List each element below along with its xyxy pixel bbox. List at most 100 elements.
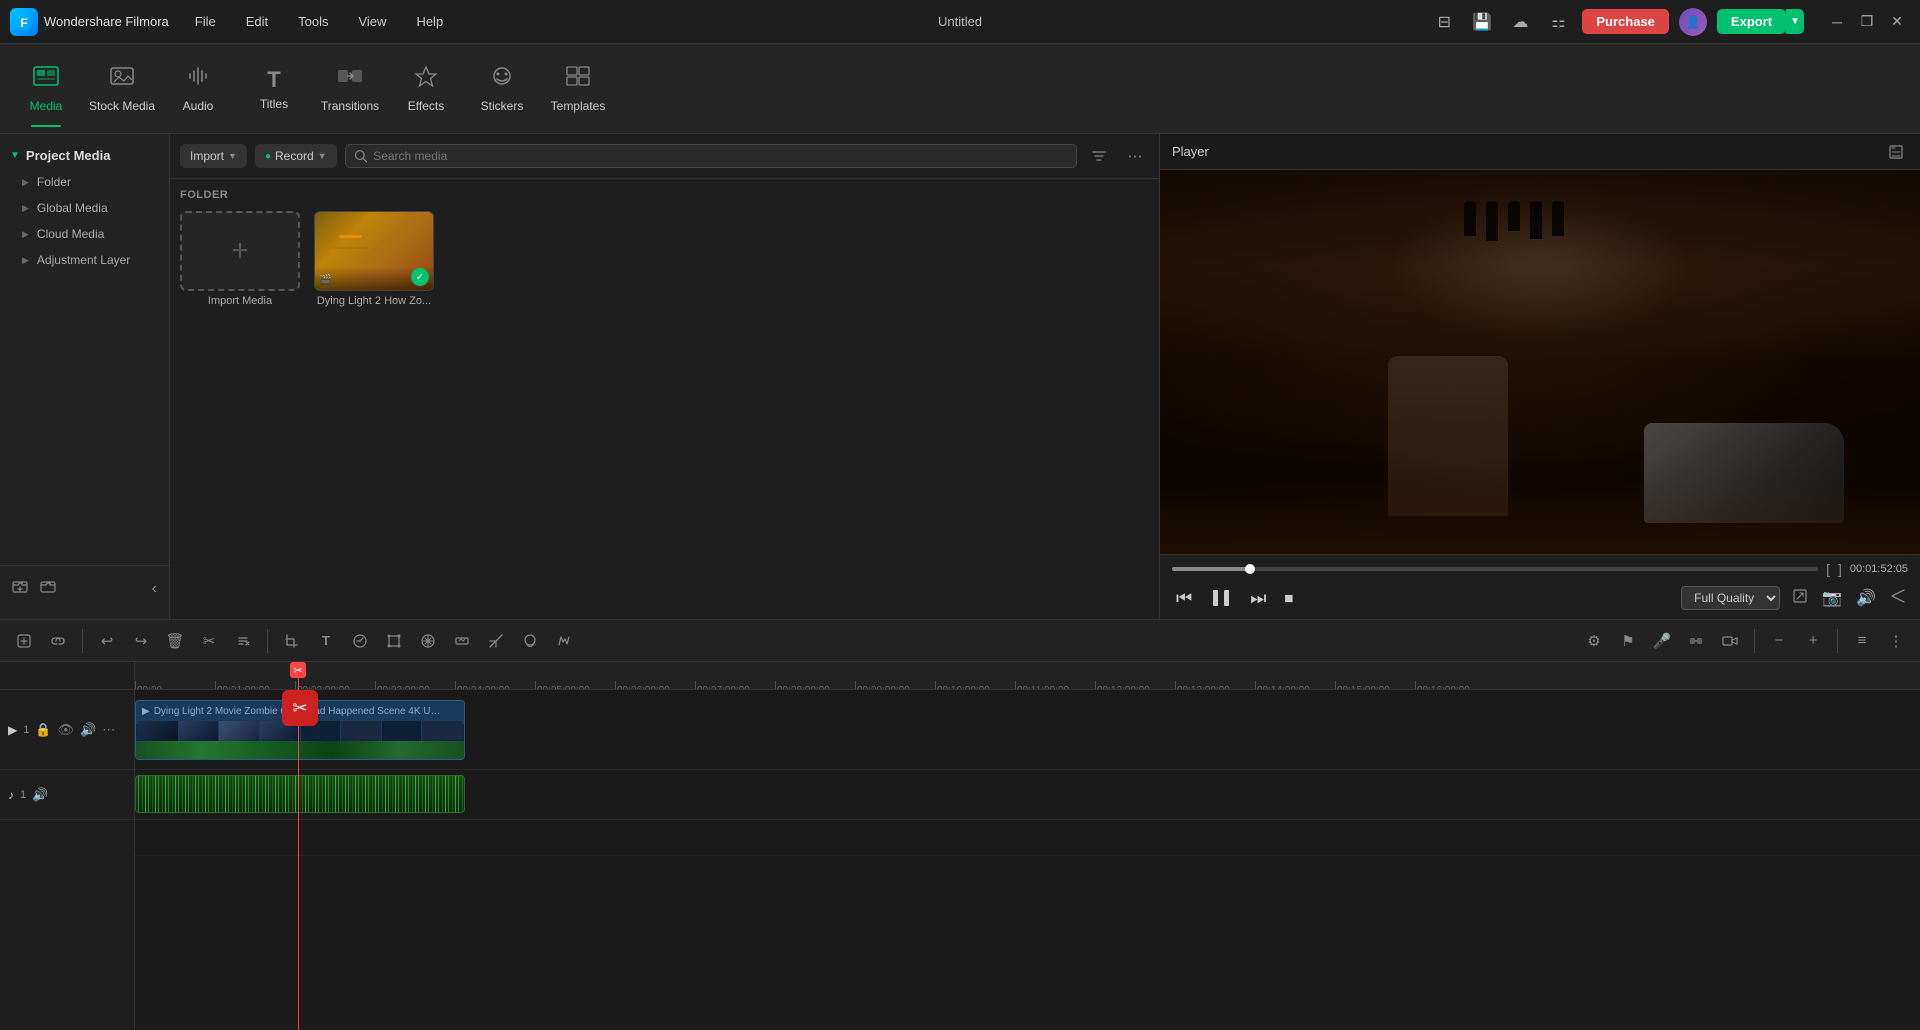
grid-icon[interactable]: ⚏ [1544, 8, 1572, 36]
zoom-out-button[interactable]: − [1765, 627, 1793, 655]
user-avatar[interactable]: 👤 [1679, 8, 1707, 36]
play-pause-button[interactable] [1206, 583, 1236, 613]
cut-scene-button[interactable] [482, 627, 510, 655]
volume-button[interactable]: 🔊 [1854, 586, 1878, 610]
player-scene [1160, 170, 1920, 554]
sidebar-project-media[interactable]: ▼ Project Media [0, 142, 169, 169]
player-controls: [ ] 00:01:52:05 ⏮ ⏭ ⏹ [1160, 554, 1920, 619]
expand-icon [1888, 144, 1904, 160]
zoom-in-button[interactable]: + [1799, 627, 1827, 655]
video-clip-thumb[interactable]: ✓ 🎬 [314, 211, 434, 291]
toolbar-templates[interactable]: Templates [542, 49, 614, 129]
stop-button[interactable]: ⏹ [1280, 584, 1297, 613]
quality-select[interactable]: Full Quality 1/2 Quality 1/4 Quality [1681, 586, 1780, 610]
toolbar-effects[interactable]: Effects [390, 49, 462, 129]
link-button[interactable] [44, 627, 72, 655]
menu-view[interactable]: View [352, 10, 392, 33]
close-button[interactable]: ✕ [1884, 9, 1910, 35]
ripple-button[interactable] [1682, 627, 1710, 655]
record-button[interactable]: ● Record ▼ [255, 144, 337, 168]
export-dropdown-button[interactable]: ▼ [1786, 9, 1804, 34]
purchase-button[interactable]: Purchase [1582, 9, 1669, 34]
menu-tools[interactable]: Tools [292, 10, 334, 33]
maximize-button[interactable]: ❐ [1854, 9, 1880, 35]
delete-button[interactable]: 🗑 [161, 627, 189, 655]
toolbar-titles-label: Titles [260, 97, 288, 111]
mark-in-bracket[interactable]: [ [1826, 561, 1830, 577]
rewind-button[interactable]: ⏮ [1172, 584, 1196, 613]
search-box[interactable] [345, 144, 1077, 168]
more-options-button[interactable]: ⋯ [1121, 142, 1149, 170]
audio-effect-button[interactable] [550, 627, 578, 655]
stabilize-button[interactable] [448, 627, 476, 655]
import-button[interactable]: Import ▼ [180, 144, 247, 168]
add-track-button[interactable] [10, 627, 38, 655]
track-area: 00:00 00:01:00:00 00:02:00:00 00:03:00:0… [135, 662, 1920, 1030]
import-media-item[interactable]: + Import Media [180, 211, 300, 307]
progress-thumb[interactable] [1245, 564, 1255, 574]
toolbar-audio[interactable]: Audio [162, 49, 234, 129]
toolbar-transitions-label: Transitions [321, 99, 379, 113]
minimize-button[interactable]: ─ [1824, 9, 1850, 35]
track-eye-button[interactable]: 👁 [58, 722, 75, 738]
settings-button[interactable]: ⚙ [1580, 627, 1608, 655]
screenshot-button[interactable]: 📷 [1820, 586, 1844, 610]
track-lock-button[interactable]: 🔒 [35, 722, 51, 738]
undo-button[interactable]: ↩ [93, 627, 121, 655]
screen-size-button[interactable] [1790, 586, 1810, 611]
effects-icon [412, 64, 440, 95]
track-volume-button[interactable]: 🔊 [80, 722, 96, 738]
layout-icon[interactable]: ⊟ [1430, 8, 1458, 36]
export-button[interactable]: Export [1717, 9, 1786, 34]
text-button[interactable]: T [312, 627, 340, 655]
freeze-button[interactable] [414, 627, 442, 655]
cloud-icon[interactable]: ☁ [1506, 8, 1534, 36]
redo-button[interactable]: ↪ [127, 627, 155, 655]
filter-button[interactable] [1085, 142, 1113, 170]
marker-button[interactable]: ⚑ [1614, 627, 1642, 655]
video-clip-item[interactable]: ✓ 🎬 Dying Light 2 How Zo... [314, 211, 434, 307]
import-media-thumb[interactable]: + [180, 211, 300, 291]
voiceover-button[interactable]: 🎤 [1648, 627, 1676, 655]
sidebar-footer: ‹ [0, 565, 169, 611]
player-settings-button[interactable] [1884, 140, 1908, 164]
toolbar-stock-media[interactable]: Stock Media [86, 49, 158, 129]
collapse-panel-button[interactable]: ‹ [148, 574, 161, 603]
toolbar-media[interactable]: Media [10, 49, 82, 129]
playhead-head[interactable]: ✂ [290, 662, 306, 678]
crop-button[interactable] [278, 627, 306, 655]
cut-button[interactable]: ✂ [195, 627, 223, 655]
sidebar-cloud-media[interactable]: ▶ Cloud Media [0, 221, 169, 247]
progress-bar[interactable] [1172, 567, 1818, 571]
app-logo-icon[interactable]: F [10, 8, 38, 36]
search-input[interactable] [373, 149, 1068, 163]
menu-help[interactable]: Help [410, 10, 449, 33]
toolbar-transitions[interactable]: Transitions [314, 49, 386, 129]
add-folder-button[interactable] [8, 574, 32, 603]
toolbar-stickers[interactable]: Stickers [466, 49, 538, 129]
audio-detach-button[interactable] [229, 627, 257, 655]
speed-button[interactable] [346, 627, 374, 655]
mark-out-bracket[interactable]: ] [1838, 561, 1842, 577]
folder-section-label: FOLDER [180, 189, 1149, 201]
audio-clip-timeline[interactable] [135, 775, 465, 813]
track-more-button[interactable]: ⋯ [102, 722, 115, 738]
sidebar-adjustment-layer[interactable]: ▶ Adjustment Layer [0, 247, 169, 273]
list-view-button[interactable]: ≡ [1848, 627, 1876, 655]
folder-button[interactable] [36, 574, 60, 603]
transform-button[interactable] [380, 627, 408, 655]
plus-icon: + [231, 234, 249, 268]
more-timeline-button[interactable]: ⋮ [1882, 627, 1910, 655]
save-icon[interactable]: 💾 [1468, 8, 1496, 36]
sidebar-global-media[interactable]: ▶ Global Media [0, 195, 169, 221]
menu-edit[interactable]: Edit [240, 10, 274, 33]
multi-cam-button[interactable] [1716, 627, 1744, 655]
sidebar-folder[interactable]: ▶ Folder [0, 169, 169, 195]
more-player-button[interactable] [1888, 586, 1908, 611]
color-button[interactable] [516, 627, 544, 655]
menu-file[interactable]: File [189, 10, 222, 33]
forward-button[interactable]: ⏭ [1246, 584, 1270, 613]
toolbar-titles[interactable]: T Titles [238, 49, 310, 129]
audio-track-mute-button[interactable]: 🔊 [32, 787, 48, 803]
app-name: Wondershare Filmora [44, 14, 169, 29]
